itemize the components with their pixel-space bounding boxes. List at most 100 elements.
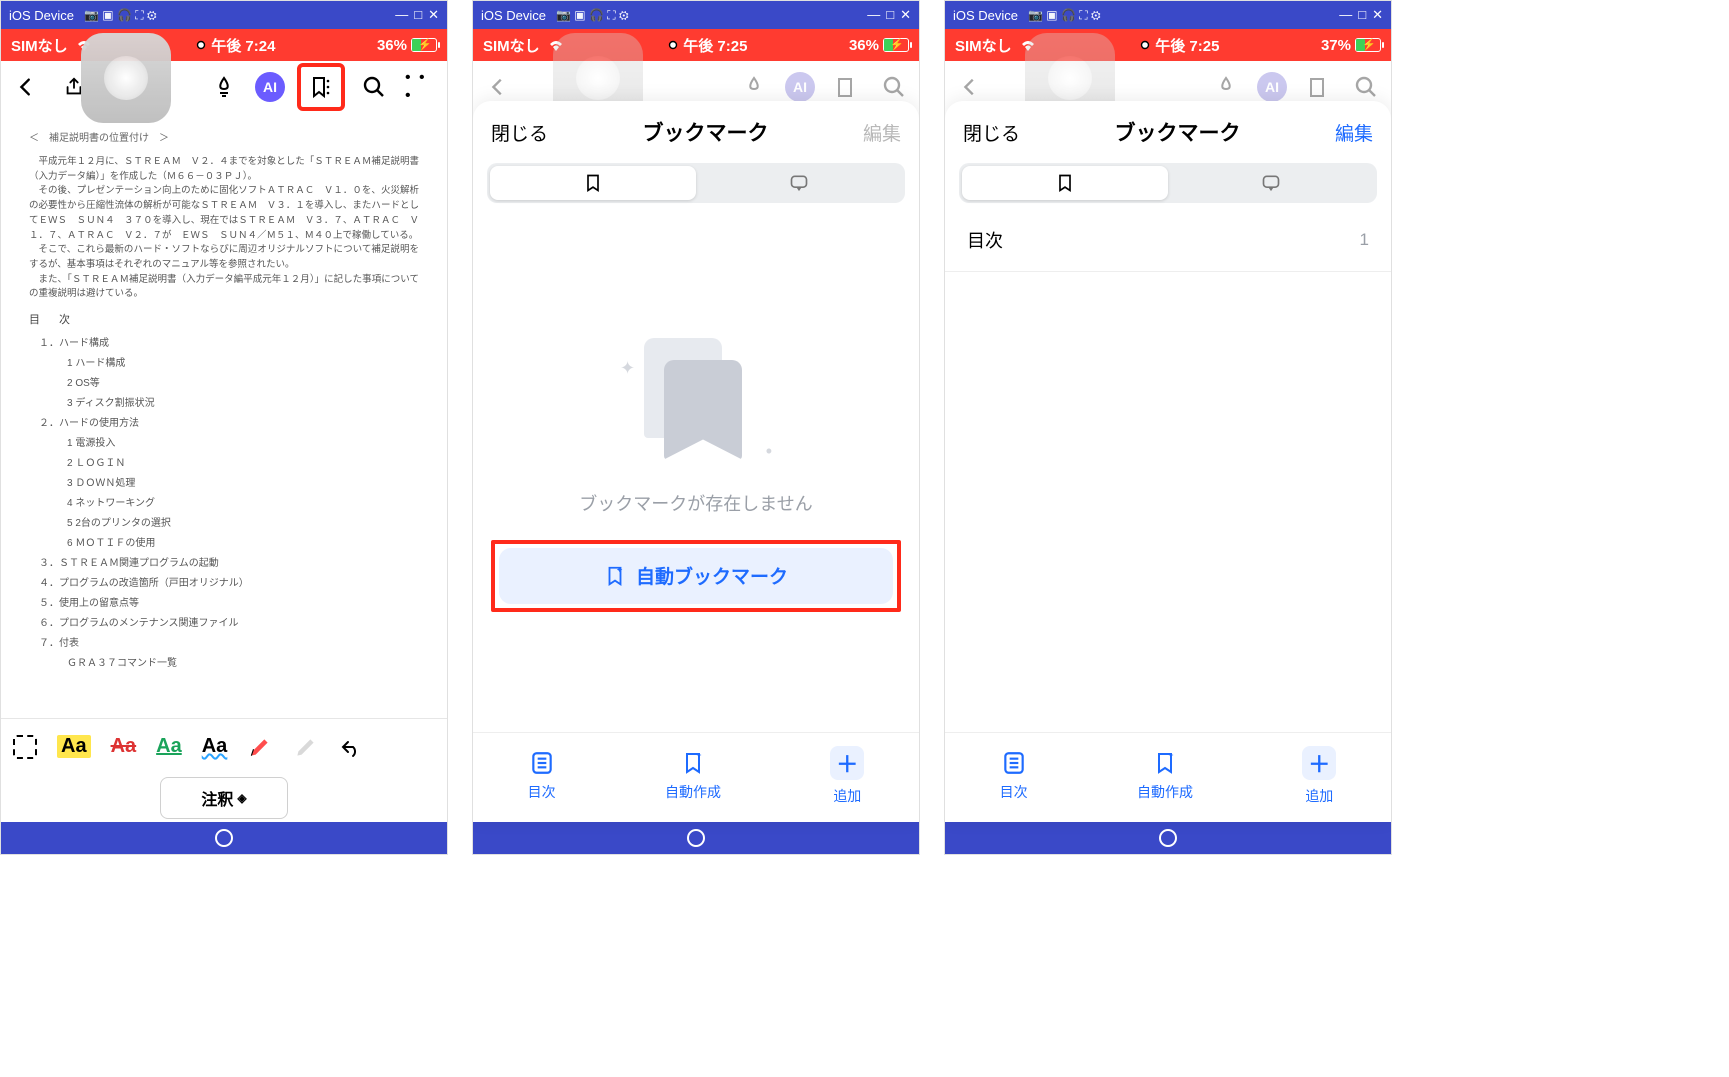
bookmark-segmented-control[interactable] bbox=[487, 163, 905, 203]
toc-item: 5 2台のプリンタの選択 bbox=[39, 516, 419, 532]
back-button[interactable] bbox=[9, 70, 43, 104]
panel-bookmark-empty: iOS Device 📷 ▣ 🎧 ⛶ ⚙ — □ ✕ SIMなし 午後 7:25… bbox=[472, 0, 920, 855]
doc-toc-list: １．ハード構成 1 ハード構成 2 OS等 3 ディスク割振状況 ２．ハードの使… bbox=[29, 336, 419, 672]
bookmark-panel-button[interactable] bbox=[299, 65, 343, 109]
sheet-close-button[interactable]: 閉じる bbox=[963, 119, 1020, 146]
toc-item: １．ハード構成 bbox=[39, 336, 419, 352]
minimize-icon[interactable]: — bbox=[1339, 7, 1352, 23]
segment-bookmarks[interactable] bbox=[962, 166, 1168, 200]
emulator-window-controls[interactable]: — □ ✕ bbox=[1339, 7, 1383, 23]
footer-toc-button[interactable]: 目次 bbox=[1000, 750, 1028, 802]
emulator-window-controls[interactable]: — □ ✕ bbox=[395, 7, 439, 23]
annotation-mode-row: 注釈 ◈ bbox=[1, 774, 447, 822]
footer-add-button[interactable]: ＋ 追加 bbox=[1302, 746, 1336, 806]
battery-icon: ⚡ bbox=[1355, 38, 1381, 52]
footer-auto-button[interactable]: 自動作成 bbox=[665, 750, 721, 802]
emulator-toolbar-icons[interactable]: 📷 ▣ 🎧 ⛶ ⚙ bbox=[84, 8, 157, 23]
empty-bookmark-icon: ✦ • bbox=[626, 338, 766, 468]
record-indicator-icon bbox=[669, 41, 677, 49]
segment-bookmarks[interactable] bbox=[490, 166, 696, 200]
undo-button[interactable] bbox=[339, 735, 363, 759]
android-nav-bar bbox=[945, 822, 1391, 854]
emulator-toolbar-icons[interactable]: 📷 ▣ 🎧 ⛶ ⚙ bbox=[1028, 8, 1101, 23]
home-indicator-icon[interactable] bbox=[215, 829, 233, 847]
minimize-icon[interactable]: — bbox=[395, 7, 408, 23]
ink-tool-button[interactable] bbox=[207, 70, 241, 104]
sheet-edit-button[interactable]: 編集 bbox=[863, 119, 901, 146]
eraser-tool[interactable] bbox=[293, 734, 319, 760]
plus-icon: ＋ bbox=[830, 746, 864, 780]
home-indicator-icon[interactable] bbox=[687, 829, 705, 847]
underline-tool[interactable]: Aa bbox=[156, 735, 182, 758]
close-icon[interactable]: ✕ bbox=[428, 7, 439, 23]
status-bar: SIMなし 午後 7:25 36% ⚡ bbox=[473, 29, 919, 61]
annotation-mode-chip[interactable]: 注釈 ◈ bbox=[160, 777, 287, 819]
empty-message: ブックマークが存在しません bbox=[579, 490, 812, 516]
battery-percent: 37% bbox=[1321, 37, 1351, 54]
sheet-footer: 目次 自動作成 ＋ 追加 bbox=[945, 732, 1391, 822]
battery-percent: 36% bbox=[377, 37, 407, 54]
sheet-close-button[interactable]: 閉じる bbox=[491, 119, 548, 146]
bookmark-sheet: 閉じる ブックマーク 編集 ✦ • ブックマークが存在しません bbox=[473, 101, 919, 822]
close-icon[interactable]: ✕ bbox=[900, 7, 911, 23]
toc-item: 3 ディスク割振状況 bbox=[39, 396, 419, 412]
emulator-device-label: iOS Device bbox=[953, 8, 1018, 23]
emulator-toolbar-icons[interactable]: 📷 ▣ 🎧 ⛶ ⚙ bbox=[556, 8, 629, 23]
ai-button[interactable]: AI bbox=[255, 72, 285, 102]
footer-toc-label: 目次 bbox=[528, 782, 556, 802]
strikethrough-tool[interactable]: Aa bbox=[111, 735, 137, 758]
maximize-icon[interactable]: □ bbox=[886, 7, 894, 23]
selection-tool[interactable] bbox=[13, 735, 37, 759]
battery-icon: ⚡ bbox=[883, 38, 909, 52]
toc-item: 2 ＬＯＧＩＮ bbox=[39, 456, 419, 472]
toc-icon bbox=[1001, 750, 1027, 776]
more-button[interactable]: • • • bbox=[405, 70, 439, 104]
emulator-titlebar: iOS Device 📷 ▣ 🎧 ⛶ ⚙ — □ ✕ bbox=[1, 1, 447, 29]
toc-item: ３．ＳＴＲＥＡＭ関連プログラムの起動 bbox=[39, 556, 419, 572]
android-nav-bar bbox=[473, 822, 919, 854]
clock-label: 午後 7:25 bbox=[1155, 35, 1219, 56]
segment-annotations[interactable] bbox=[696, 166, 902, 200]
bookmark-segmented-control[interactable] bbox=[959, 163, 1377, 203]
toc-item: ７．付表 bbox=[39, 636, 419, 652]
empty-state: ✦ • ブックマークが存在しません 自動ブックマーク bbox=[473, 209, 919, 732]
auto-bookmark-button[interactable]: 自動ブックマーク bbox=[499, 548, 893, 604]
plus-icon: ＋ bbox=[1302, 746, 1336, 780]
footer-auto-button[interactable]: 自動作成 bbox=[1137, 750, 1193, 802]
record-indicator-icon bbox=[197, 41, 205, 49]
toc-item: ２．ハードの使用方法 bbox=[39, 416, 419, 432]
pen-tool[interactable] bbox=[247, 734, 273, 760]
highlight-tool[interactable]: Aa bbox=[57, 735, 91, 758]
doc-toc-heading: 目 次 bbox=[29, 312, 419, 330]
close-icon[interactable]: ✕ bbox=[1372, 7, 1383, 23]
toc-item: 1 電源投入 bbox=[39, 436, 419, 452]
toc-item: ６．プログラムのメンテナンス関連ファイル bbox=[39, 616, 419, 632]
sim-label: SIMなし bbox=[11, 35, 68, 56]
maximize-icon[interactable]: □ bbox=[414, 7, 422, 23]
emulator-device-label: iOS Device bbox=[9, 8, 74, 23]
home-indicator-icon[interactable] bbox=[1159, 829, 1177, 847]
footer-add-label: 追加 bbox=[1305, 786, 1333, 806]
footer-toc-button[interactable]: 目次 bbox=[528, 750, 556, 802]
doc-paragraph: 平成元年１２月に、ＳＴＲＥＡＭ Ｖ２．４までを対象とした「ＳＴＲＥＡＭ補足説明書… bbox=[29, 155, 419, 302]
wavy-underline-tool[interactable]: Aa bbox=[202, 735, 228, 758]
minimize-icon[interactable]: — bbox=[867, 7, 880, 23]
segment-annotations[interactable] bbox=[1168, 166, 1374, 200]
assistive-touch-button[interactable] bbox=[81, 33, 171, 123]
auto-create-icon bbox=[1153, 750, 1177, 776]
footer-add-button[interactable]: ＋ 追加 bbox=[830, 746, 864, 806]
doc-section-title: ＜ 補足説明書の位置付け ＞ bbox=[29, 131, 419, 147]
bookmark-row-title: 目次 bbox=[967, 227, 1003, 253]
emulator-window-controls[interactable]: — □ ✕ bbox=[867, 7, 911, 23]
emulator-titlebar: iOS Device 📷 ▣ 🎧 ⛶ ⚙ — □ ✕ bbox=[473, 1, 919, 29]
maximize-icon[interactable]: □ bbox=[1358, 7, 1366, 23]
bookmark-row[interactable]: 目次 1 bbox=[945, 209, 1391, 272]
annotation-toolbar: Aa Aa Aa Aa bbox=[1, 718, 447, 774]
emulator-device-label: iOS Device bbox=[481, 8, 546, 23]
clock-label: 午後 7:24 bbox=[211, 35, 275, 56]
sheet-edit-button[interactable]: 編集 bbox=[1335, 119, 1373, 146]
document-page[interactable]: ＜ 補足説明書の位置付け ＞ 平成元年１２月に、ＳＴＲＥＡＭ Ｖ２．４までを対象… bbox=[1, 113, 447, 718]
toc-item: ５．使用上の留意点等 bbox=[39, 596, 419, 612]
search-button[interactable] bbox=[357, 70, 391, 104]
toc-item: ＧＲＡ３７コマンド一覧 bbox=[39, 656, 419, 672]
